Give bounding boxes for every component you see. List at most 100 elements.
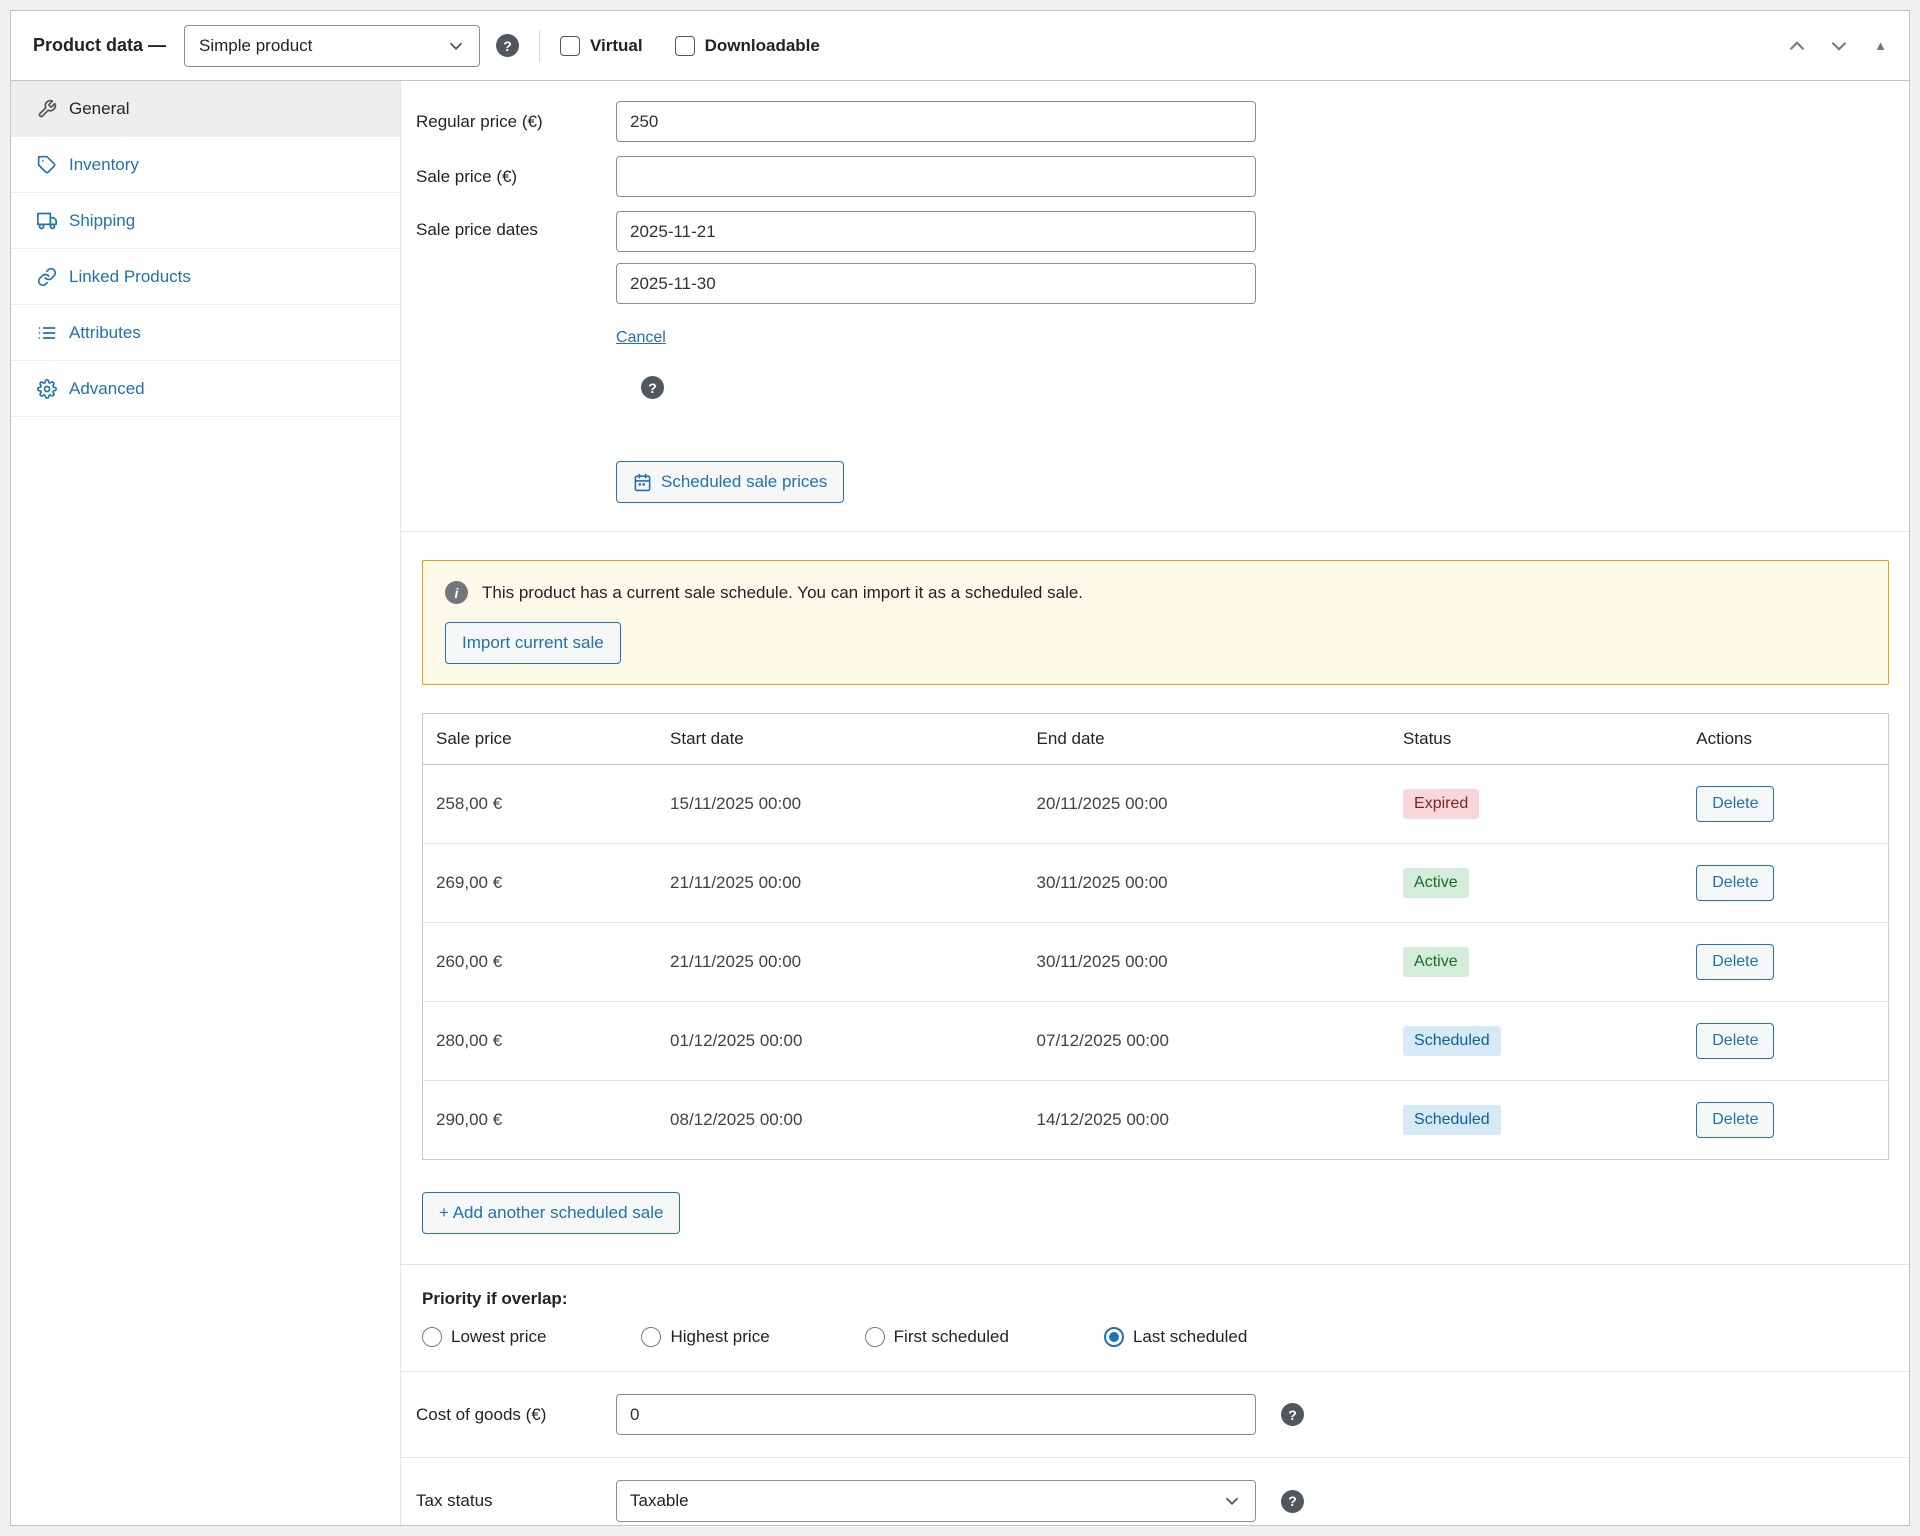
scheduled-sale-prices-button[interactable]: Scheduled sale prices [616, 461, 844, 503]
cost-of-goods-label: Cost of goods (€) [416, 1405, 616, 1425]
panel-body: General Inventory Shipping Linked Produc… [11, 81, 1909, 1526]
tab-shipping[interactable]: Shipping [11, 193, 400, 249]
notice-text: This product has a current sale schedule… [482, 583, 1083, 603]
tax-status-help-icon[interactable]: ? [1281, 1490, 1304, 1513]
tab-attributes[interactable]: Attributes [11, 305, 400, 361]
sale-date-from-input[interactable] [616, 211, 1256, 252]
status-badge: Scheduled [1403, 1105, 1501, 1135]
radio-button[interactable] [865, 1327, 885, 1347]
radio-label: Last scheduled [1133, 1327, 1247, 1347]
sale-price-cell: 269,00 € [423, 844, 658, 923]
priority-section: Priority if overlap: Lowest price Highes… [401, 1264, 1909, 1371]
cost-of-goods-help-icon[interactable]: ? [1281, 1403, 1304, 1426]
radio-button[interactable] [641, 1327, 661, 1347]
product-type-select[interactable]: Simple product [184, 25, 480, 67]
start-date-cell: 15/11/2025 00:00 [657, 765, 1024, 844]
tab-inventory[interactable]: Inventory [11, 137, 400, 193]
header-start-date: Start date [657, 714, 1024, 765]
tab-label: Advanced [69, 379, 145, 399]
header-sale-price: Sale price [423, 714, 658, 765]
add-scheduled-sale-label: + Add another scheduled sale [439, 1203, 663, 1223]
radio-label: Lowest price [451, 1327, 546, 1347]
sale-date-to-input[interactable] [616, 263, 1256, 304]
priority-options: Lowest price Highest price First schedul… [422, 1327, 1889, 1347]
end-date-cell: 07/12/2025 00:00 [1024, 1002, 1391, 1081]
tax-section: Tax status Taxable ? Tax class Standard [401, 1457, 1909, 1526]
tax-status-value: Taxable [630, 1491, 689, 1511]
radio-lowest-price[interactable]: Lowest price [422, 1327, 546, 1347]
import-sale-notice: i This product has a current sale schedu… [422, 560, 1889, 685]
tab-label: Linked Products [69, 267, 191, 287]
calendar-icon [633, 473, 652, 492]
delete-button[interactable]: Delete [1696, 1023, 1774, 1059]
table-row: 280,00 € 01/12/2025 00:00 07/12/2025 00:… [423, 1002, 1889, 1081]
sale-price-cell: 258,00 € [423, 765, 658, 844]
sale-price-dates-label: Sale price dates [416, 211, 616, 240]
delete-button[interactable]: Delete [1696, 865, 1774, 901]
pricing-fields: Regular price (€) Sale price (€) Sale pr… [401, 101, 1909, 503]
product-data-tabs: General Inventory Shipping Linked Produc… [11, 81, 401, 1526]
actions-cell: Delete [1683, 765, 1888, 844]
tax-status-select[interactable]: Taxable [616, 1480, 1256, 1522]
add-sale-row: + Add another scheduled sale [422, 1192, 1889, 1234]
downloadable-checkbox[interactable] [675, 36, 695, 56]
cancel-sale-dates-link[interactable]: Cancel [616, 329, 1256, 347]
sale-dates-help-icon[interactable]: ? [641, 376, 664, 399]
tab-label: Attributes [69, 323, 141, 343]
delete-button[interactable]: Delete [1696, 1102, 1774, 1138]
radio-button[interactable] [1104, 1327, 1124, 1347]
status-badge: Active [1403, 868, 1469, 898]
table-row: 269,00 € 21/11/2025 00:00 30/11/2025 00:… [423, 844, 1889, 923]
header-divider [539, 30, 540, 62]
regular-price-input[interactable] [616, 101, 1256, 142]
table-row: 258,00 € 15/11/2025 00:00 20/11/2025 00:… [423, 765, 1889, 844]
table-row: 290,00 € 08/12/2025 00:00 14/12/2025 00:… [423, 1081, 1889, 1160]
move-up-icon[interactable] [1784, 33, 1810, 59]
radio-highest-price[interactable]: Highest price [641, 1327, 769, 1347]
import-current-sale-button[interactable]: Import current sale [445, 622, 621, 664]
sale-price-input[interactable] [616, 156, 1256, 197]
actions-cell: Delete [1683, 923, 1888, 1002]
start-date-cell: 21/11/2025 00:00 [657, 923, 1024, 1002]
downloadable-label: Downloadable [705, 36, 820, 56]
radio-button[interactable] [422, 1327, 442, 1347]
cost-of-goods-input[interactable] [616, 1394, 1256, 1435]
radio-label: Highest price [670, 1327, 769, 1347]
sale-price-cell: 290,00 € [423, 1081, 658, 1160]
radio-first-scheduled[interactable]: First scheduled [865, 1327, 1009, 1347]
end-date-cell: 20/11/2025 00:00 [1024, 765, 1391, 844]
tab-label: Inventory [69, 155, 139, 175]
import-current-sale-label: Import current sale [462, 633, 604, 653]
virtual-checkbox[interactable] [560, 36, 580, 56]
tag-icon [37, 155, 57, 175]
regular-price-row: Regular price (€) [416, 101, 1889, 142]
tab-label: General [69, 99, 129, 119]
collapse-panel-icon[interactable]: ▲ [1874, 38, 1887, 53]
radio-last-scheduled[interactable]: Last scheduled [1104, 1327, 1247, 1347]
notice-line: i This product has a current sale schedu… [445, 581, 1866, 604]
status-cell: Active [1390, 923, 1683, 1002]
delete-button[interactable]: Delete [1696, 786, 1774, 822]
tab-label: Shipping [69, 211, 135, 231]
delete-button[interactable]: Delete [1696, 944, 1774, 980]
status-cell: Active [1390, 844, 1683, 923]
add-scheduled-sale-button[interactable]: + Add another scheduled sale [422, 1192, 680, 1234]
link-icon [37, 267, 57, 287]
tab-general[interactable]: General [11, 81, 400, 137]
virtual-checkbox-group[interactable]: Virtual [560, 36, 643, 56]
scheduled-sales-section: i This product has a current sale schedu… [401, 531, 1909, 1234]
product-type-help-icon[interactable]: ? [496, 34, 519, 57]
gear-icon [37, 379, 57, 399]
downloadable-checkbox-group[interactable]: Downloadable [675, 36, 820, 56]
move-down-icon[interactable] [1826, 33, 1852, 59]
cost-section: Cost of goods (€) ? [401, 1371, 1909, 1457]
status-badge: Active [1403, 947, 1469, 977]
tax-status-row: Tax status Taxable ? [416, 1480, 1889, 1522]
end-date-cell: 30/11/2025 00:00 [1024, 923, 1391, 1002]
tab-advanced[interactable]: Advanced [11, 361, 400, 417]
sale-price-cell: 260,00 € [423, 923, 658, 1002]
cost-of-goods-row: Cost of goods (€) ? [416, 1394, 1889, 1435]
scheduled-sales-table: Sale price Start date End date Status Ac… [422, 713, 1889, 1160]
scheduled-sale-prices-row: Scheduled sale prices [416, 461, 1889, 503]
tab-linked-products[interactable]: Linked Products [11, 249, 400, 305]
